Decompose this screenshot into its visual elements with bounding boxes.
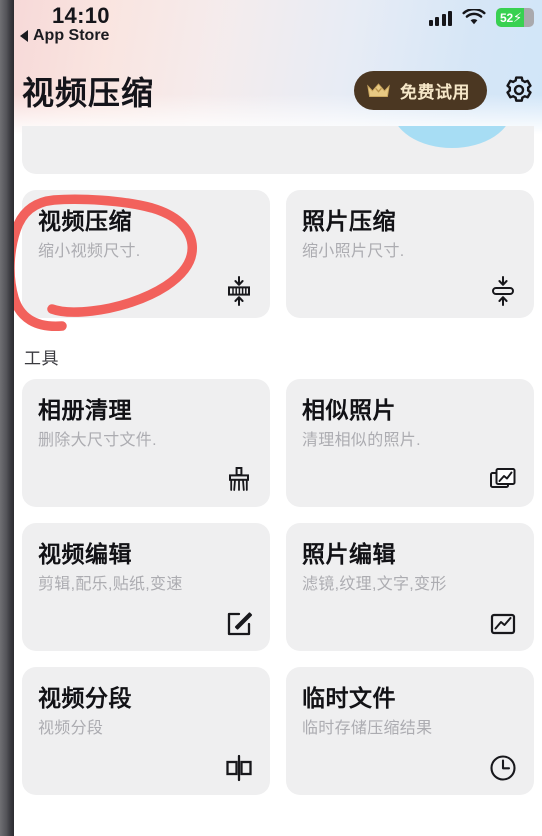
- card-title: 相似照片: [302, 397, 396, 423]
- card-subtitle: 清理相似的照片.: [302, 432, 421, 450]
- card-title: 视频编辑: [38, 541, 132, 567]
- phone-screenshot: 14:10 App Store 52 ⚡ 视频压缩 免费试用 视频压缩 缩小视频…: [0, 0, 542, 836]
- card-similar-photos[interactable]: 相似照片 清理相似的照片.: [286, 379, 534, 507]
- card-photo-compress[interactable]: 照片压缩 缩小照片尺寸.: [286, 190, 534, 318]
- compress-video-icon: [222, 274, 256, 308]
- card-title: 照片编辑: [302, 541, 396, 567]
- edit-square-icon: [222, 607, 256, 641]
- back-triangle-icon: [20, 30, 28, 42]
- gear-icon: [506, 76, 532, 102]
- back-label: App Store: [33, 27, 110, 44]
- card-subtitle: 缩小视频尺寸.: [38, 243, 141, 261]
- card-title: 临时文件: [302, 685, 396, 711]
- card-title: 照片压缩: [302, 208, 396, 234]
- device-bezel: [0, 0, 14, 836]
- back-to-app-store[interactable]: App Store: [20, 27, 109, 45]
- page-title: 视频压缩: [22, 75, 155, 111]
- stacked-photos-icon: [486, 463, 520, 497]
- card-subtitle: 缩小照片尺寸.: [302, 243, 405, 261]
- split-video-icon: [222, 751, 256, 785]
- card-video-compress[interactable]: 视频压缩 缩小视频尺寸.: [22, 190, 270, 318]
- card-subtitle: 临时存储压缩结果: [302, 720, 433, 738]
- status-bar: 14:10 App Store 52 ⚡: [14, 0, 542, 52]
- card-video-edit[interactable]: 视频编辑 剪辑,配乐,贴纸,变速: [22, 523, 270, 651]
- phone-screen: 14:10 App Store 52 ⚡ 视频压缩 免费试用 视频压缩 缩小视频…: [14, 0, 542, 836]
- card-album-cleanup[interactable]: 相册清理 删除大尺寸文件.: [22, 379, 270, 507]
- card-subtitle: 滤镜,纹理,文字,变形: [302, 576, 447, 594]
- compress-photo-icon: [486, 274, 520, 308]
- promo-card-partial[interactable]: [22, 126, 534, 174]
- tools-card-grid-row-1: 相册清理 删除大尺寸文件. 相似照片 清理相似的照片.: [14, 379, 542, 507]
- card-temp-files[interactable]: 临时文件 临时存储压缩结果: [286, 667, 534, 795]
- crown-icon: [367, 83, 390, 98]
- feature-card-grid: 视频压缩 缩小视频尺寸. 照片压缩 缩小照片尺寸.: [14, 190, 542, 318]
- card-title: 相册清理: [38, 397, 132, 423]
- battery-icon: 52 ⚡: [496, 8, 534, 27]
- settings-button[interactable]: [502, 73, 536, 107]
- card-title: 视频分段: [38, 685, 132, 711]
- battery-level: 52: [500, 10, 513, 25]
- card-photo-edit[interactable]: 照片编辑 滤镜,纹理,文字,变形: [286, 523, 534, 651]
- card-subtitle: 视频分段: [38, 720, 104, 738]
- status-bar-indicators: 52 ⚡: [428, 8, 534, 27]
- app-header: 视频压缩 免费试用: [14, 62, 542, 122]
- tools-section-label: 工具: [24, 349, 59, 368]
- card-subtitle: 剪辑,配乐,贴纸,变速: [38, 576, 183, 594]
- main-content: 视频压缩 缩小视频尺寸. 照片压缩 缩小照片尺寸. 工具 相册清理 删除大尺寸文…: [14, 126, 542, 836]
- clock-icon: [486, 751, 520, 785]
- free-trial-button[interactable]: 免费试用: [354, 71, 487, 110]
- card-title: 视频压缩: [38, 208, 132, 234]
- card-subtitle: 删除大尺寸文件.: [38, 432, 157, 450]
- broom-icon: [222, 463, 256, 497]
- battery-charging-bolt-icon: ⚡: [512, 10, 523, 25]
- photo-edit-icon: [486, 607, 520, 641]
- status-bar-time: 14:10: [52, 3, 110, 28]
- promo-arc-decoration: [392, 126, 512, 148]
- cellular-signal-icon: [428, 10, 452, 26]
- card-video-split[interactable]: 视频分段 视频分段: [22, 667, 270, 795]
- free-trial-label: 免费试用: [400, 83, 470, 102]
- tools-card-grid-row-2: 视频编辑 剪辑,配乐,贴纸,变速 照片编辑 滤镜,纹理,文字,变形: [14, 523, 542, 651]
- tools-card-grid-row-3: 视频分段 视频分段 临时文件 临时存储压缩结果: [14, 667, 542, 795]
- wifi-icon: [462, 9, 486, 25]
